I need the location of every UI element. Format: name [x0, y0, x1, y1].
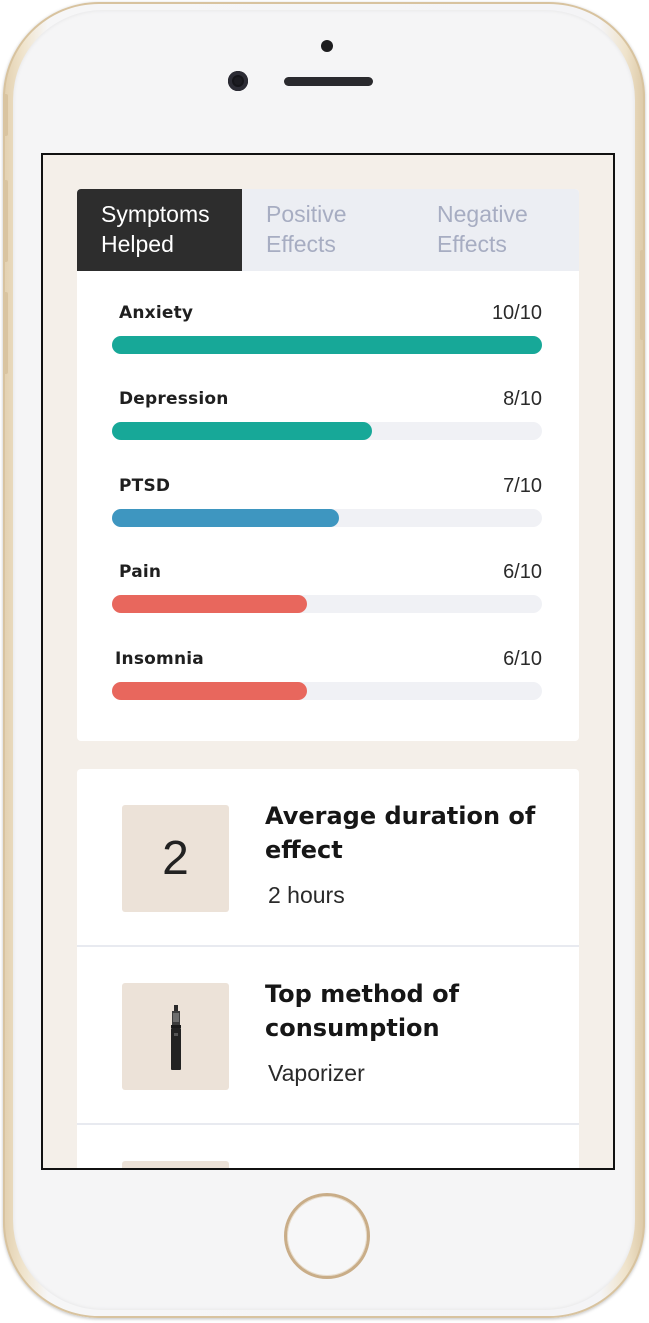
volume-down-button — [3, 292, 8, 374]
symptom-name: PTSD — [119, 476, 171, 496]
tab-label-line2: Helped — [101, 231, 174, 257]
app-screen: Symptoms Helped Positive Effects Negativ… — [41, 153, 615, 1170]
mute-switch — [3, 94, 8, 136]
effects-card: Symptoms Helped Positive Effects Negativ… — [77, 189, 579, 741]
duration-number-box: 2 — [122, 805, 229, 912]
power-button — [640, 250, 645, 340]
duration-value: 2 hours — [268, 882, 345, 908]
symptom-bar-track — [112, 682, 542, 700]
home-button[interactable] — [284, 1193, 370, 1279]
info-card: 2 Average duration of effect 2 hours Top… — [77, 769, 579, 1168]
method-title: Top method of consumption — [265, 980, 460, 1042]
symptom-bar-track — [112, 595, 542, 613]
symptom-bar-track — [112, 422, 542, 440]
tab-bar: Symptoms Helped Positive Effects Negativ… — [77, 189, 579, 271]
method-icon-box — [122, 983, 229, 1090]
symptom-score: 6/10 — [503, 561, 542, 583]
symptom-score: 6/10 — [503, 648, 542, 670]
tab-label-line1: Positive — [266, 201, 347, 227]
symptom-bar-track — [112, 336, 542, 354]
duration-title: Average duration of effect — [265, 802, 536, 864]
symptom-name: Pain — [119, 562, 162, 582]
tab-label-line2: Effects — [437, 231, 507, 257]
proximity-sensor — [321, 40, 333, 52]
vaporizer-icon — [171, 1005, 181, 1070]
symptom-name: Anxiety — [119, 303, 194, 323]
next-row-icon-box — [122, 1161, 229, 1168]
symptom-name: Insomnia — [115, 649, 204, 669]
symptom-bar-fill — [112, 682, 307, 700]
tab-negative-effects[interactable]: Negative Effects — [412, 189, 579, 271]
symptom-score: 10/10 — [491, 302, 542, 324]
symptom-bar-fill — [112, 422, 372, 440]
symptom-bar-fill — [112, 509, 340, 527]
tab-label-line1: Symptoms — [101, 201, 210, 227]
symptom-score: 7/10 — [503, 475, 542, 497]
symptom-score: 8/10 — [503, 388, 542, 410]
volume-up-button — [3, 180, 8, 262]
phone-frame: Symptoms Helped Positive Effects Negativ… — [3, 2, 645, 1318]
symptom-bar-fill — [112, 595, 307, 613]
method-value: Vaporizer — [268, 1060, 365, 1086]
symptom-bar-track — [112, 509, 542, 527]
symptom-name: Depression — [119, 389, 229, 409]
front-camera — [228, 71, 248, 91]
tab-symptoms-helped[interactable]: Symptoms Helped — [77, 189, 242, 271]
earpiece-speaker — [284, 77, 373, 86]
method-row: Top method of consumption Vaporizer — [77, 947, 579, 1125]
tab-label-line2: Effects — [266, 231, 336, 257]
duration-row: 2 Average duration of effect 2 hours — [77, 769, 579, 947]
tab-positive-effects[interactable]: Positive Effects — [242, 189, 412, 271]
duration-number: 2 — [162, 832, 189, 885]
tab-label-line1: Negative — [437, 201, 528, 227]
symptom-bar-fill — [112, 336, 542, 354]
